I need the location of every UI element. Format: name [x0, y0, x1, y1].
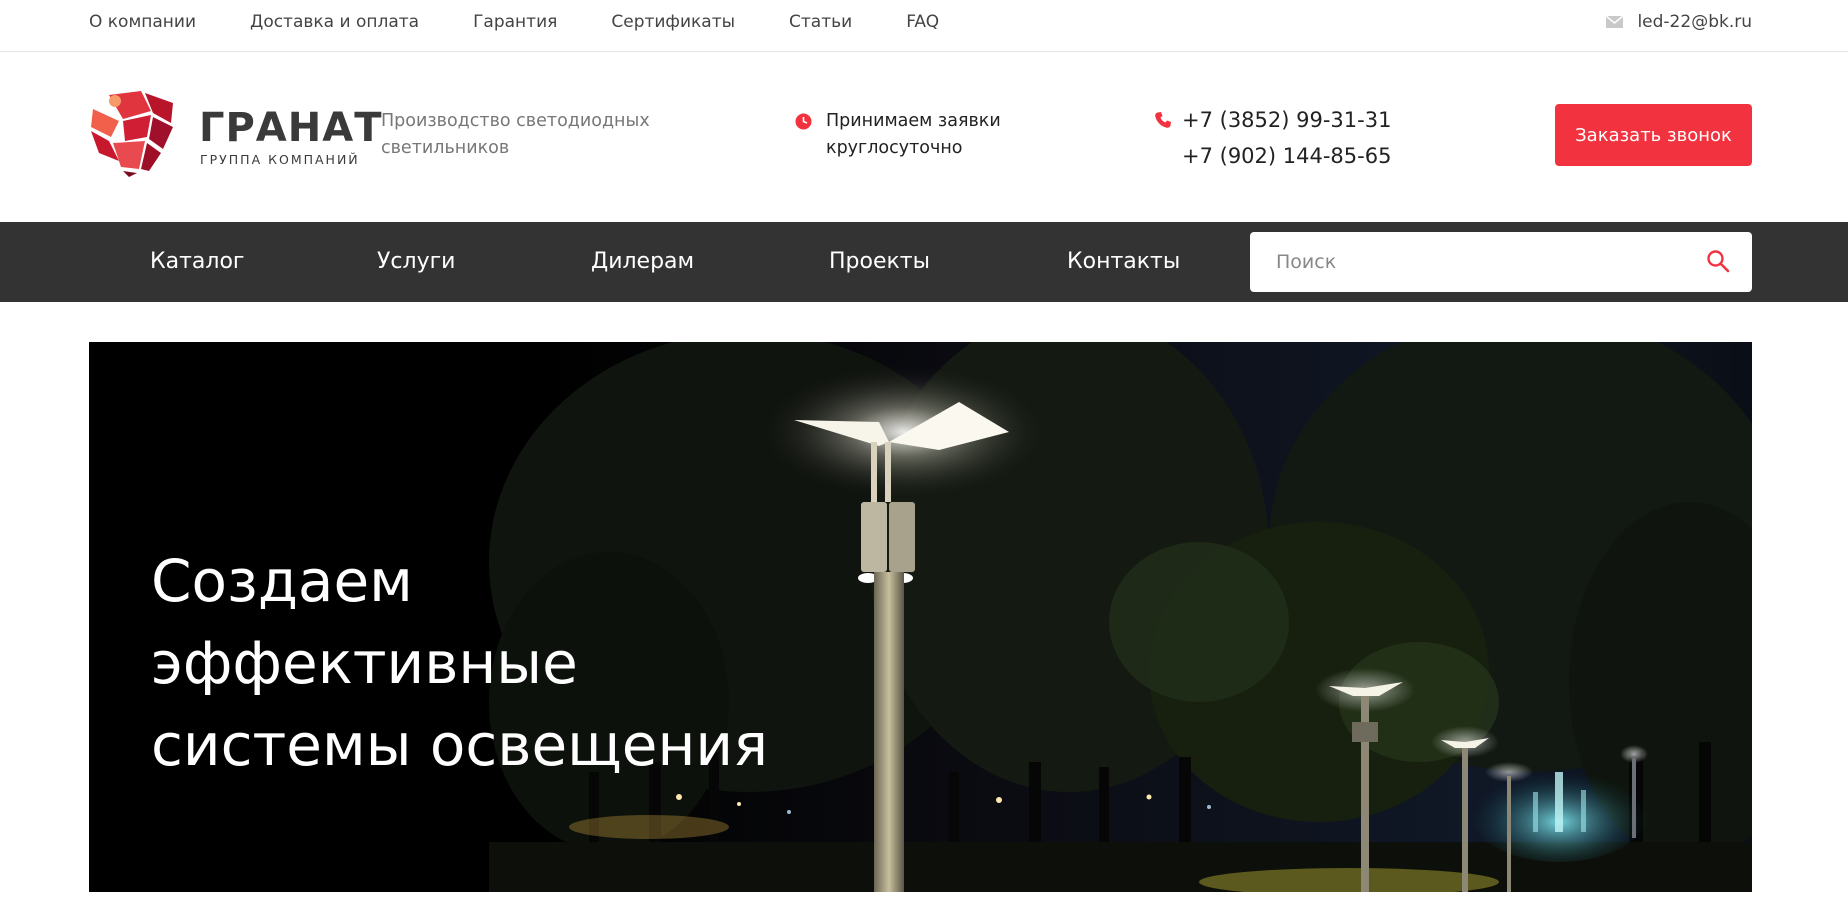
- nav-item-services[interactable]: Услуги: [377, 222, 455, 302]
- search-input[interactable]: [1250, 232, 1706, 292]
- request-callback-button[interactable]: Заказать звонок: [1555, 104, 1752, 166]
- phone-primary[interactable]: +7 (3852) 99-31-31: [1182, 108, 1391, 132]
- working-hours: Принимаем заявки круглосуточно: [795, 108, 1026, 162]
- top-link-about[interactable]: О компании: [89, 12, 196, 32]
- nav-item-projects[interactable]: Проекты: [829, 222, 930, 302]
- header: ГРАНАТ ГРУППА КОМПАНИЙ Производство свет…: [0, 52, 1848, 221]
- company-tagline: Производство светодиодных светильников: [381, 111, 650, 158]
- top-link-faq[interactable]: FAQ: [906, 12, 939, 32]
- phone-block: +7 (3852) 99-31-31 +7 (902) 144-85-65: [1154, 102, 1391, 174]
- logo-subtitle: ГРУППА КОМПАНИЙ: [200, 152, 360, 167]
- top-link-certificates[interactable]: Сертификаты: [611, 12, 735, 32]
- hero-title: Создаем эффективные системы освещения: [151, 540, 851, 786]
- pomegranate-logo-icon: [91, 91, 173, 177]
- hero-title-line-2: системы освещения: [151, 711, 768, 779]
- email-text[interactable]: led-22@bk.ru: [1637, 12, 1752, 32]
- search-box: [1250, 232, 1752, 292]
- working-hours-text: Принимаем заявки круглосуточно: [826, 111, 1001, 158]
- phone-icon: [1155, 112, 1171, 128]
- hero-title-line-1: Создаем эффективные: [151, 547, 578, 697]
- nav-item-contacts[interactable]: Контакты: [1067, 222, 1180, 302]
- nav-item-dealers[interactable]: Дилерам: [591, 222, 694, 302]
- top-link-articles[interactable]: Статьи: [789, 12, 852, 32]
- main-nav: Каталог Услуги Дилерам Проекты Контакты: [0, 222, 1848, 302]
- email-contact[interactable]: led-22@bk.ru: [1606, 0, 1752, 44]
- top-link-delivery[interactable]: Доставка и оплата: [250, 12, 419, 32]
- logo[interactable]: ГРАНАТ ГРУППА КОМПАНИЙ: [89, 89, 381, 179]
- top-nav: О компании Доставка и оплата Гарантия Се…: [89, 0, 993, 44]
- mail-icon: [1606, 16, 1624, 28]
- clock-icon: [795, 113, 812, 130]
- top-link-warranty[interactable]: Гарантия: [473, 12, 557, 32]
- logo-name: ГРАНАТ: [199, 105, 383, 151]
- nav-item-catalog[interactable]: Каталог: [150, 222, 244, 302]
- hero-banner: Создаем эффективные системы освещения: [89, 342, 1752, 892]
- search-icon[interactable]: [1706, 249, 1730, 273]
- phone-secondary[interactable]: +7 (902) 144-85-65: [1182, 144, 1391, 168]
- top-bar: О компании Доставка и оплата Гарантия Се…: [0, 0, 1848, 52]
